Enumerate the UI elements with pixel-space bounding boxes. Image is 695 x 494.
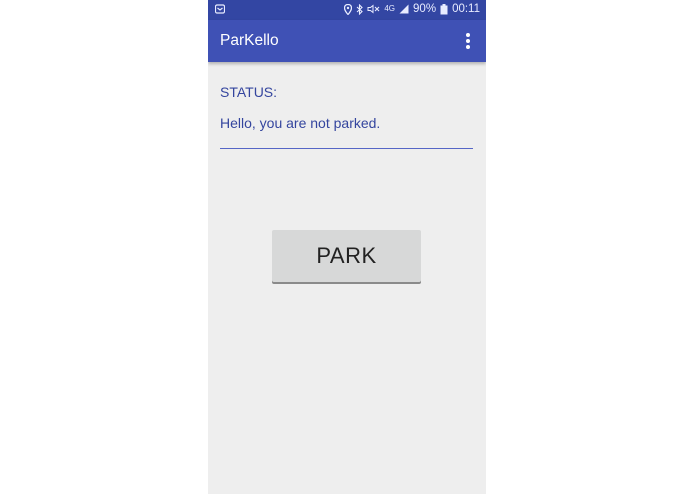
phone-screen: 4G 90% 00:11 ParKello STATUS: Hello, you… <box>208 0 486 494</box>
battery-icon <box>440 3 448 14</box>
signal-icon <box>399 4 409 14</box>
notification-icon <box>215 4 225 14</box>
bluetooth-icon <box>356 3 364 15</box>
system-status-bar: 4G 90% 00:11 <box>208 0 486 20</box>
network-type: 4G <box>384 4 396 13</box>
battery-percent: 90% <box>413 3 437 15</box>
clock: 00:11 <box>452 3 480 15</box>
location-icon <box>344 3 353 15</box>
status-text-field[interactable]: Hello, you are not parked. <box>220 112 473 149</box>
mute-icon <box>367 4 380 14</box>
status-text: Hello, you are not parked. <box>220 115 381 131</box>
status-label: STATUS: <box>220 84 278 100</box>
park-button[interactable]: PARK <box>272 230 421 282</box>
app-toolbar: ParKello <box>208 20 486 62</box>
main-content: STATUS: Hello, you are not parked. PARK <box>208 62 486 494</box>
app-title: ParKello <box>220 32 279 49</box>
status-icons: 4G 90% 00:11 <box>344 3 480 15</box>
overflow-menu-icon[interactable] <box>458 30 478 52</box>
